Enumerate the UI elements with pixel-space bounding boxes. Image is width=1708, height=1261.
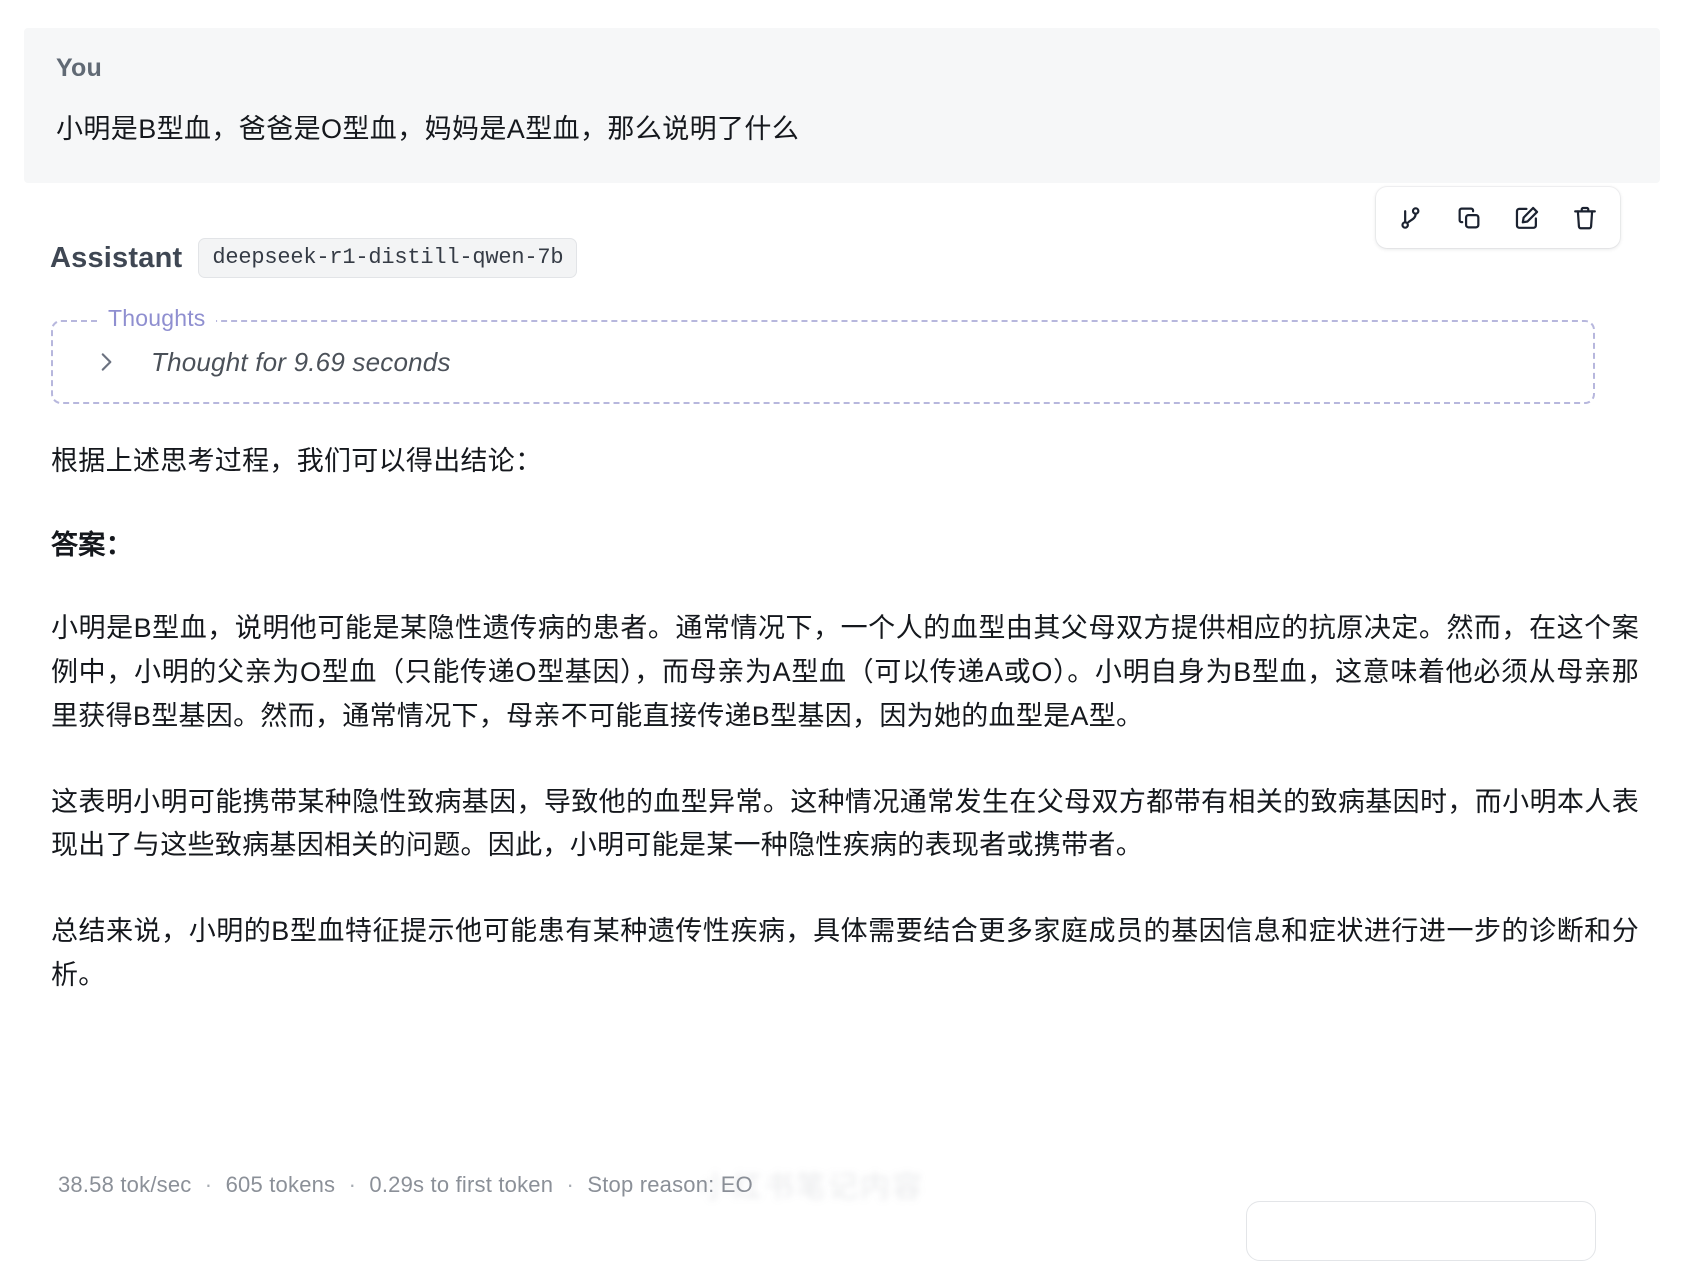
stat-time-to-first-token: 0.29s to first token [369, 1172, 554, 1197]
response-paragraph: 根据上述思考过程，我们可以得出结论： [51, 446, 543, 476]
branch-button[interactable] [1388, 195, 1434, 241]
stat-stop-reason: Stop reason: EO [587, 1172, 753, 1197]
user-message-block: You 小明是B型血，爸爸是O型血，妈妈是A型血，那么说明了什么 [24, 28, 1660, 183]
chevron-right-icon [93, 349, 119, 375]
response-paragraph: 小明是B型血，说明他可能是某隐性遗传病的患者。通常情况下，一个人的血型由其父母双… [51, 613, 1639, 731]
branch-icon [1397, 204, 1425, 232]
assistant-response-body: 根据上述思考过程，我们可以得出结论： 答案： 小明是B型血，说明他可能是某隐性遗… [51, 440, 1639, 1040]
edit-button[interactable] [1504, 195, 1550, 241]
edit-icon [1513, 204, 1541, 232]
user-role-label: You [56, 54, 102, 82]
stat-tokens: 605 tokens [225, 1172, 336, 1197]
chat-conversation-view: You 小明是B型血，爸爸是O型血，妈妈是A型血，那么说明了什么 Assista… [0, 0, 1708, 1261]
response-paragraph: 总结来说，小明的B型血特征提示他可能患有某种遗传性疾病，具体需要结合更多家庭成员… [51, 916, 1639, 990]
message-action-toolbar [1376, 187, 1620, 248]
copy-icon [1455, 204, 1483, 232]
thoughts-summary-text: Thought for 9.69 seconds [151, 346, 451, 377]
stat-separator: · [348, 1172, 357, 1197]
assistant-header: Assistant deepseek-r1-distill-qwen-7b [50, 238, 578, 278]
delete-button[interactable] [1562, 195, 1608, 241]
bottom-input-panel[interactable] [1246, 1201, 1596, 1261]
stat-speed: 38.58 tok/sec [58, 1172, 192, 1197]
copy-button[interactable] [1446, 195, 1492, 241]
model-name-badge[interactable]: deepseek-r1-distill-qwen-7b [198, 238, 578, 278]
stat-separator: · [566, 1172, 575, 1197]
thoughts-container: Thoughts Thought for 9.69 seconds [51, 305, 1595, 404]
answer-heading: 答案： [51, 529, 133, 560]
user-message-text: 小明是B型血，爸爸是O型血，妈妈是A型血，那么说明了什么 [56, 114, 800, 144]
trash-icon [1571, 204, 1599, 232]
response-paragraph: 这表明小明可能携带某种隐性致病基因，导致他的血型异常。这种情况通常发生在父母双方… [51, 786, 1639, 861]
generation-stats-bar: 38.58 tok/sec · 605 tokens · 0.29s to fi… [58, 1172, 753, 1198]
thoughts-toggle-row[interactable]: Thought for 9.69 seconds [53, 322, 1593, 402]
assistant-role-label: Assistant [50, 241, 183, 274]
stat-separator: · [204, 1172, 213, 1197]
